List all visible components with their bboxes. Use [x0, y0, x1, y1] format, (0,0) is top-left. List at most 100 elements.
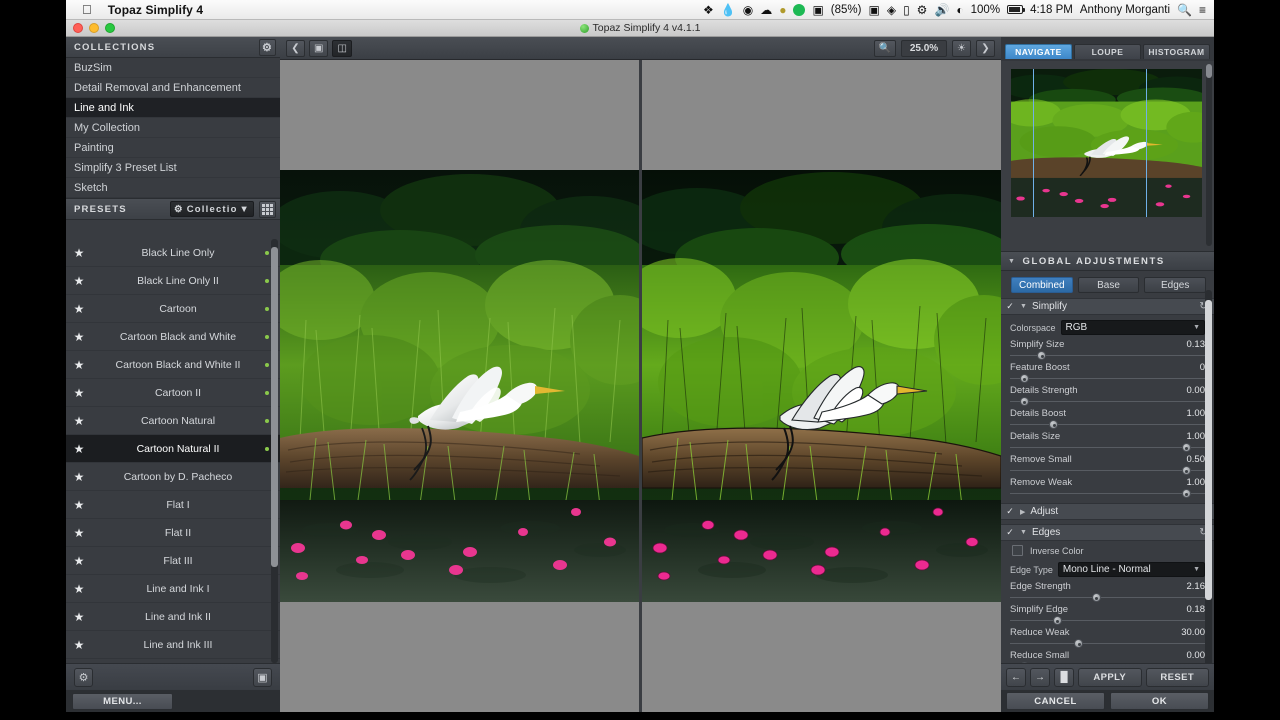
slider-details-boost[interactable]	[1010, 419, 1205, 430]
slider-knob[interactable]	[1074, 639, 1084, 648]
single-image-view-icon[interactable]: ▣	[309, 39, 329, 57]
menubar-clock[interactable]: 4:18 PM	[1030, 4, 1073, 16]
slider-knob[interactable]	[1052, 616, 1062, 625]
presets-gear-icon[interactable]: ⚙	[74, 667, 93, 687]
presets-list[interactable]: ★ Black Line Only ★ Black Line Only II ★ Ca…	[66, 239, 280, 663]
simplify-enabled-checkbox[interactable]: ✓	[1005, 301, 1015, 312]
favorite-star-icon[interactable]: ★	[66, 414, 92, 428]
tab-combined[interactable]: Combined	[1011, 277, 1073, 293]
chevron-right-icon[interactable]: ❯	[976, 39, 995, 57]
slider-reduce-weak[interactable]	[1010, 638, 1205, 649]
tab-histogram[interactable]: HISTOGRAM	[1143, 43, 1210, 59]
coffee-icon[interactable]: ◈	[887, 4, 896, 16]
slider-simplify-edge[interactable]	[1010, 615, 1205, 626]
favorite-star-icon[interactable]: ★	[66, 246, 92, 260]
global-adjustments-header[interactable]: ▼ GLOBAL ADJUSTMENTS	[1001, 251, 1214, 271]
preset-row[interactable]: ★ Black Line Only II	[66, 267, 280, 295]
shutter-icon[interactable]: ◉	[743, 4, 753, 16]
section-header-edges[interactable]: ✓ ▼ Edges ↻	[1001, 524, 1214, 541]
preset-row[interactable]: ★ Cartoon by D. Pacheco	[66, 463, 280, 491]
magnifier-icon[interactable]: 🔍	[873, 39, 896, 57]
split-image-view-icon[interactable]: ◫	[332, 39, 352, 57]
presets-collection-dropdown[interactable]: ⚙ Collection... ▼	[170, 201, 254, 217]
slider-remove-small[interactable]	[1010, 465, 1205, 476]
slider-knob[interactable]	[1019, 397, 1029, 406]
collection-item[interactable]: My Collection	[66, 118, 280, 138]
reset-button[interactable]: RESET	[1145, 667, 1209, 687]
dropbox-icon[interactable]: ❖	[703, 4, 714, 16]
preset-row[interactable]: ★ Cartoon	[66, 295, 280, 323]
favorite-star-icon[interactable]: ★	[66, 442, 92, 456]
colorspace-dropdown[interactable]: RGB ▼	[1060, 320, 1205, 335]
navigator-scrollbar[interactable]	[1206, 64, 1212, 246]
close-window-button[interactable]	[73, 23, 83, 33]
slider-details-strength[interactable]	[1010, 396, 1205, 407]
zoom-level-value[interactable]: 25.0%	[901, 39, 947, 57]
minimize-window-button[interactable]	[89, 23, 99, 33]
notification-center-icon[interactable]: ≡	[1199, 4, 1206, 16]
wifi-icon[interactable]: ◐	[956, 4, 963, 16]
ok-button[interactable]: OK	[1110, 692, 1209, 710]
adjust-enabled-checkbox[interactable]: ✓	[1005, 506, 1015, 517]
inverse-color-row[interactable]: Inverse Color	[1010, 543, 1205, 559]
cloud-icon[interactable]: ☁	[760, 4, 772, 16]
display-icon[interactable]: ▣	[868, 4, 879, 16]
collection-item[interactable]: Painting	[66, 138, 280, 158]
menubar-user-name[interactable]: Anthony Morganti	[1080, 4, 1170, 16]
undo-arrow-icon[interactable]: ←	[1006, 667, 1026, 687]
dollar-icon[interactable]: ●	[779, 4, 786, 16]
presets-scrollbar-thumb[interactable]	[271, 247, 278, 567]
droplet-icon[interactable]: 💧	[721, 4, 736, 16]
right-panel-scrollbar-thumb[interactable]	[1205, 300, 1212, 600]
battery-icon[interactable]	[1007, 5, 1026, 14]
camera-snapshot-icon[interactable]: ▣	[253, 667, 272, 687]
preset-row[interactable]: ★ Flat I	[66, 491, 280, 519]
favorite-star-icon[interactable]: ★	[66, 358, 92, 372]
airplay-icon[interactable]: ▯	[903, 4, 910, 16]
favorite-star-icon[interactable]: ★	[66, 526, 92, 540]
preset-row[interactable]: ★ Line and Ink III	[66, 631, 280, 659]
navigator-scrollbar-thumb[interactable]	[1206, 64, 1212, 78]
menubar-app-name[interactable]: Topaz Simplify 4	[108, 3, 203, 17]
redo-arrow-icon[interactable]: →	[1030, 667, 1050, 687]
slider-feature-boost[interactable]	[1010, 373, 1205, 384]
presets-scrollbar[interactable]	[271, 239, 278, 663]
slider-details-size[interactable]	[1010, 442, 1205, 453]
preset-row[interactable]: ★ Line and Ink II	[66, 603, 280, 631]
search-icon[interactable]: 🔍	[1177, 4, 1192, 16]
tab-base[interactable]: Base	[1077, 277, 1140, 293]
navigator-viewport-box[interactable]	[1033, 69, 1147, 217]
slider-knob[interactable]	[1037, 351, 1047, 360]
slider-edge-strength[interactable]	[1010, 592, 1205, 603]
favorite-star-icon[interactable]: ★	[66, 554, 92, 568]
volume-icon[interactable]: 🔊	[934, 4, 949, 16]
preset-row[interactable]: ★ Flat III	[66, 547, 280, 575]
menu-button[interactable]: MENU...	[72, 692, 173, 710]
apply-button[interactable]: APPLY	[1078, 667, 1142, 687]
collection-item-selected[interactable]: Line and Ink	[66, 98, 280, 118]
preset-row[interactable]: ★ Cartoon Black and White II	[66, 351, 280, 379]
time-machine-icon[interactable]: ▣	[812, 4, 823, 16]
right-panel-scrollbar[interactable]	[1205, 290, 1212, 690]
slider-knob[interactable]	[1181, 466, 1191, 475]
tab-loupe[interactable]: LOUPE	[1074, 43, 1141, 59]
slider-knob[interactable]	[1181, 443, 1191, 452]
slider-knob[interactable]	[1181, 489, 1191, 498]
preset-row[interactable]: ★ Cartoon Black and White	[66, 323, 280, 351]
apple-logo-icon[interactable]: 	[82, 2, 92, 17]
tab-edges[interactable]: Edges	[1144, 277, 1207, 293]
slider-knob[interactable]	[1019, 374, 1029, 383]
section-header-simplify[interactable]: ✓ ▼ Simplify ↻	[1001, 298, 1214, 315]
collection-item[interactable]: BuzSim	[66, 58, 280, 78]
preview-pane-processed[interactable]	[642, 60, 1001, 712]
inverse-color-checkbox[interactable]	[1012, 545, 1023, 556]
favorite-star-icon[interactable]: ★	[66, 498, 92, 512]
collection-item[interactable]: Simplify 3 Preset List	[66, 158, 280, 178]
favorite-star-icon[interactable]: ★	[66, 330, 92, 344]
grid-view-icon[interactable]	[259, 200, 276, 218]
chevron-left-icon[interactable]: ❮	[286, 39, 305, 57]
slider-knob[interactable]	[1049, 420, 1058, 429]
preview-pane-original[interactable]	[280, 60, 639, 712]
collections-gear-icon[interactable]: ⚙	[259, 38, 276, 56]
preset-row[interactable]: ★ Black Line Only	[66, 239, 280, 267]
